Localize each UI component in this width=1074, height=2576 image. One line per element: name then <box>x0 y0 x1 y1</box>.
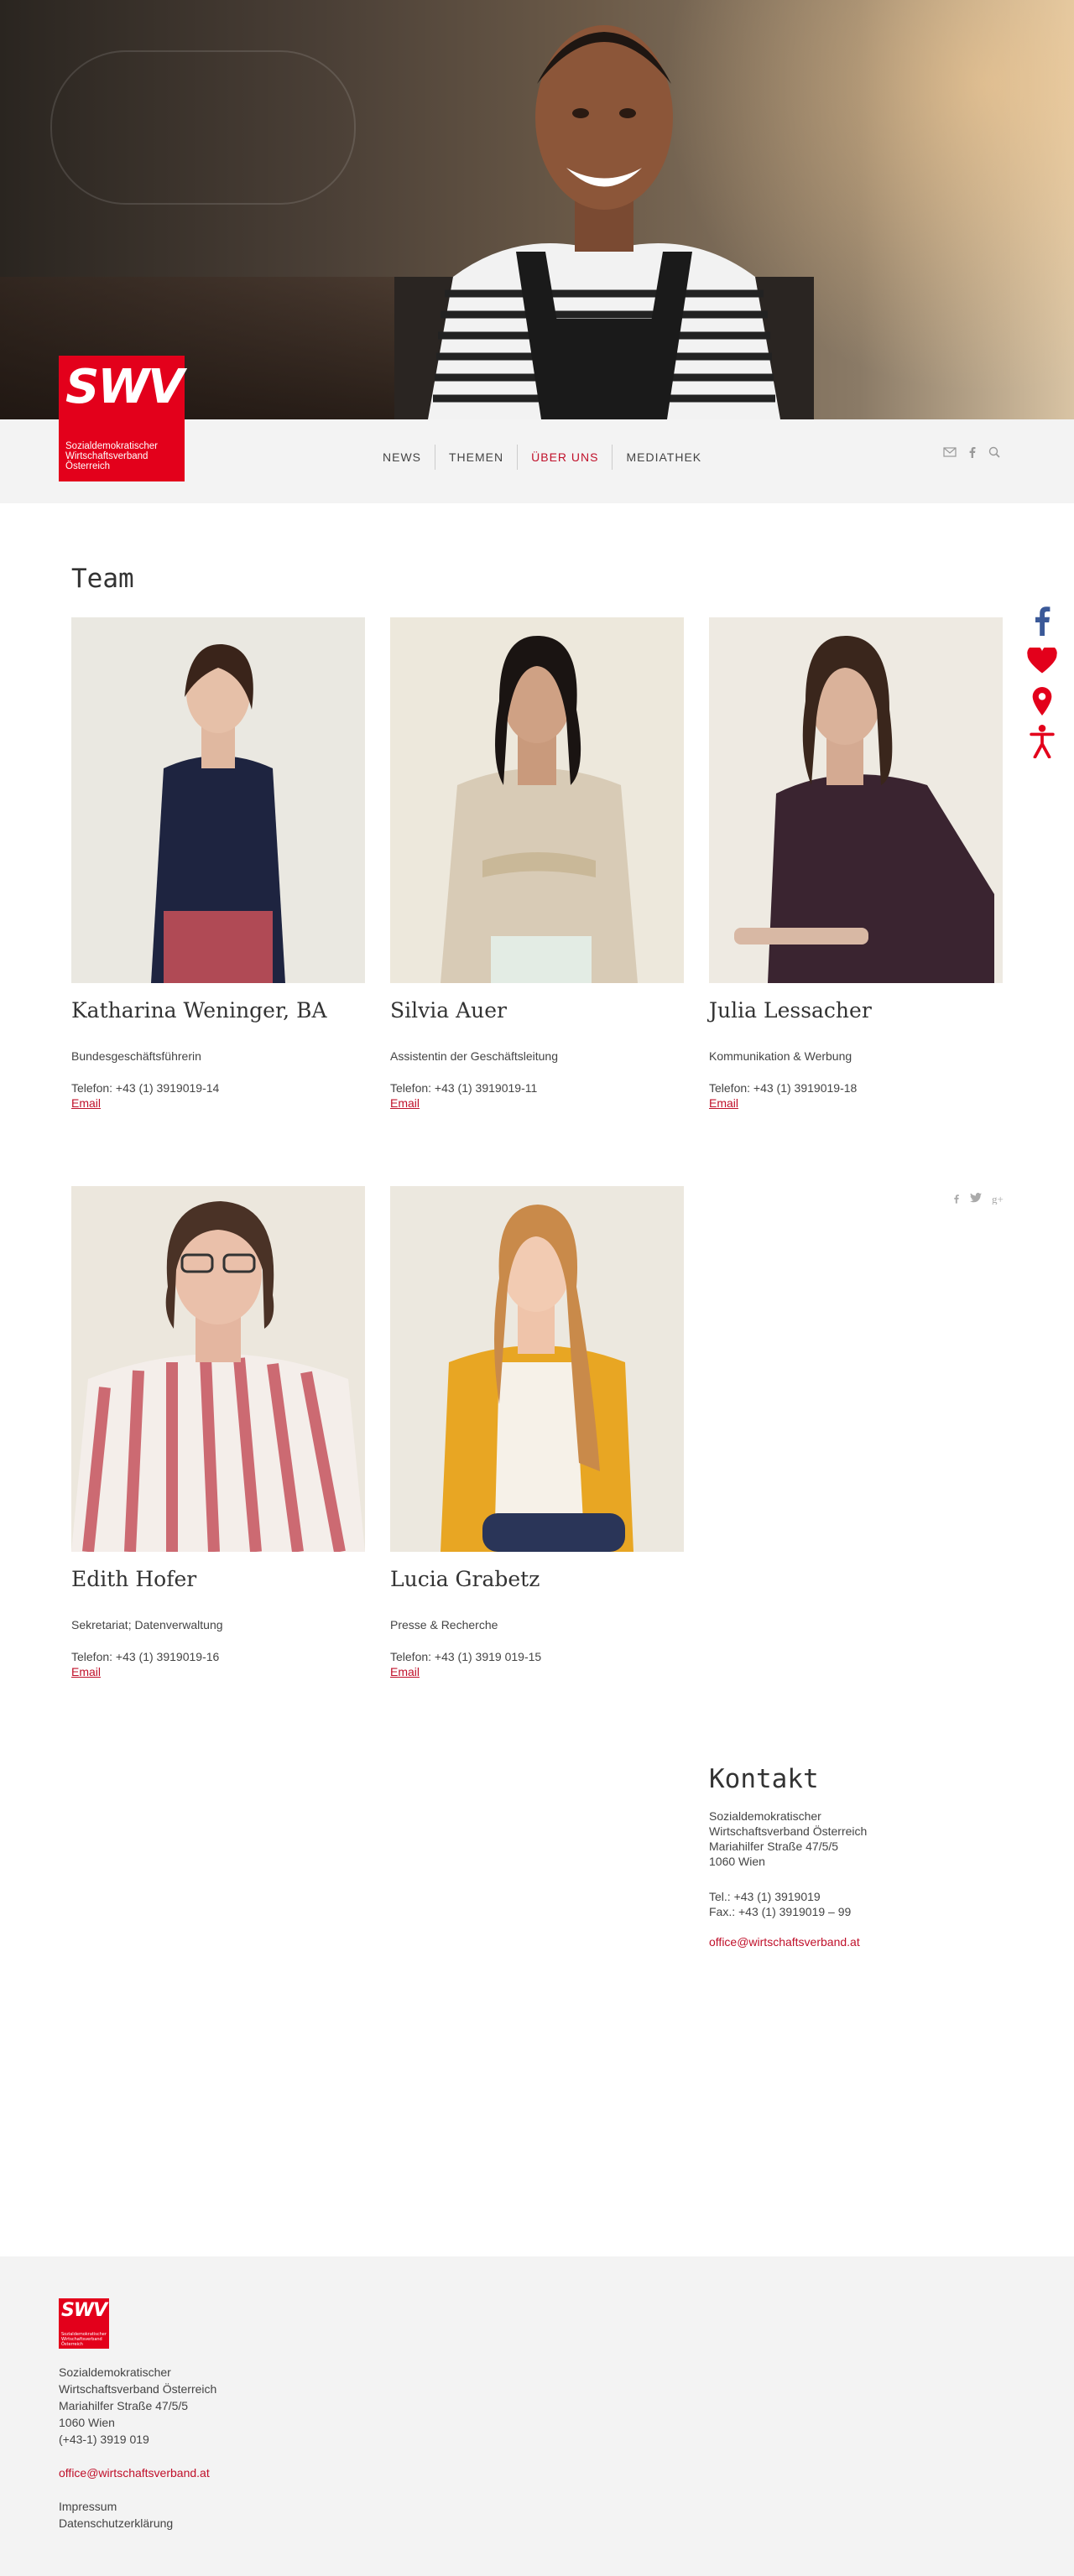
member-email-link[interactable]: Email <box>390 1665 684 1678</box>
search-icon[interactable] <box>988 446 1000 461</box>
menu-item-news[interactable]: NEWS <box>369 445 435 470</box>
footer-link-impressum[interactable]: Impressum <box>59 2498 216 2515</box>
mail-icon[interactable] <box>943 446 957 461</box>
facebook-icon[interactable] <box>968 446 977 461</box>
member-photo <box>390 617 684 983</box>
team-heading: Team <box>71 564 134 594</box>
member-phone: Telefon: +43 (1) 3919019-18 <box>709 1081 858 1095</box>
member-role: Presse & Recherche <box>390 1618 498 1631</box>
member-name: Lucia Grabetz <box>390 1567 540 1591</box>
team-member-card: Lucia Grabetz Presse & Recherche Telefon… <box>390 1186 684 1678</box>
member-name: Julia Lessacher <box>709 998 872 1023</box>
side-social-bar <box>1025 601 1059 762</box>
team-member-card: Katharina Weninger, BA Bundesgeschäftsfü… <box>71 617 365 1110</box>
member-email-link[interactable]: Email <box>71 1096 365 1110</box>
member-email-link[interactable]: Email <box>709 1096 1003 1110</box>
contact-block: Kontakt Sozialdemokratischer Wirtschafts… <box>709 1764 961 1949</box>
member-role: Assistentin der Geschäftsleitung <box>390 1049 558 1063</box>
contact-email-link[interactable]: office@wirtschaftsverband.at <box>709 1935 860 1949</box>
main-menu: NEWS THEMEN ÜBER UNS MEDIATHEK <box>369 445 715 470</box>
hero-person-illustration <box>394 25 814 419</box>
contact-tel: Tel.: +43 (1) 3919019 <box>709 1890 821 1903</box>
heart-icon[interactable] <box>1025 641 1059 681</box>
footer-logo[interactable]: SWV Sozialdemokratischer Wirtschaftsverb… <box>59 2298 109 2349</box>
member-name: Katharina Weninger, BA <box>71 998 327 1023</box>
member-phone: Telefon: +43 (1) 3919019-16 <box>71 1650 220 1663</box>
google-plus-icon[interactable]: g+ <box>992 1193 1005 1208</box>
logo-mark: SWV <box>65 360 184 414</box>
contact-heading: Kontakt <box>709 1764 819 1794</box>
member-phone: Telefon: +43 (1) 3919019-11 <box>390 1081 538 1095</box>
member-role: Bundesgeschäftsführerin <box>71 1049 201 1063</box>
svg-text:g+: g+ <box>992 1193 1004 1205</box>
member-name: Silvia Auer <box>390 998 507 1023</box>
contact-fax: Fax.: +43 (1) 3919019 – 99 <box>709 1905 852 1918</box>
menu-item-themen[interactable]: THEMEN <box>435 445 517 470</box>
logo-subtitle: Sozialdemokratischer Wirtschaftsverband … <box>65 441 158 471</box>
member-name: Edith Hofer <box>71 1567 197 1591</box>
facebook-icon[interactable] <box>1025 601 1059 641</box>
location-pin-icon[interactable] <box>1025 681 1059 721</box>
member-phone: Telefon: +43 (1) 3919 019-15 <box>390 1650 542 1663</box>
team-member-card: Julia Lessacher Kommunikation & Werbung … <box>709 617 1003 1110</box>
member-photo <box>390 1186 684 1552</box>
member-role: Sekretariat; Datenverwaltung <box>71 1618 223 1631</box>
menu-item-ueber-uns[interactable]: ÜBER UNS <box>517 445 612 470</box>
member-photo <box>71 1186 365 1552</box>
swv-logo[interactable]: SWV Sozialdemokratischer Wirtschaftsverb… <box>59 356 185 481</box>
member-photo <box>71 617 365 983</box>
twitter-icon[interactable] <box>970 1193 982 1208</box>
member-email-link[interactable]: Email <box>390 1096 684 1110</box>
nav-icons <box>943 446 1000 461</box>
footer-address: Sozialdemokratischer Wirtschaftsverband … <box>59 2365 217 2532</box>
member-phone: Telefon: +43 (1) 3919019-14 <box>71 1081 220 1095</box>
member-role: Kommunikation & Werbung <box>709 1049 852 1063</box>
footer-link-datenschutz[interactable]: Datenschutzerklärung <box>59 2515 216 2532</box>
accessibility-icon[interactable] <box>1025 721 1059 762</box>
member-photo <box>709 617 1003 983</box>
team-member-card: Edith Hofer Sekretariat; Datenverwaltung… <box>71 1186 365 1678</box>
share-icons: g+ <box>953 1193 1005 1208</box>
contact-address: Sozialdemokratischer Wirtschaftsverband … <box>709 1809 868 1868</box>
menu-item-mediathek[interactable]: MEDIATHEK <box>612 445 715 470</box>
footer-email-link[interactable]: office@wirtschaftsverband.at <box>59 2466 210 2480</box>
facebook-icon[interactable] <box>953 1193 960 1208</box>
member-email-link[interactable]: Email <box>71 1665 365 1678</box>
team-member-card: Silvia Auer Assistentin der Geschäftslei… <box>390 617 684 1110</box>
